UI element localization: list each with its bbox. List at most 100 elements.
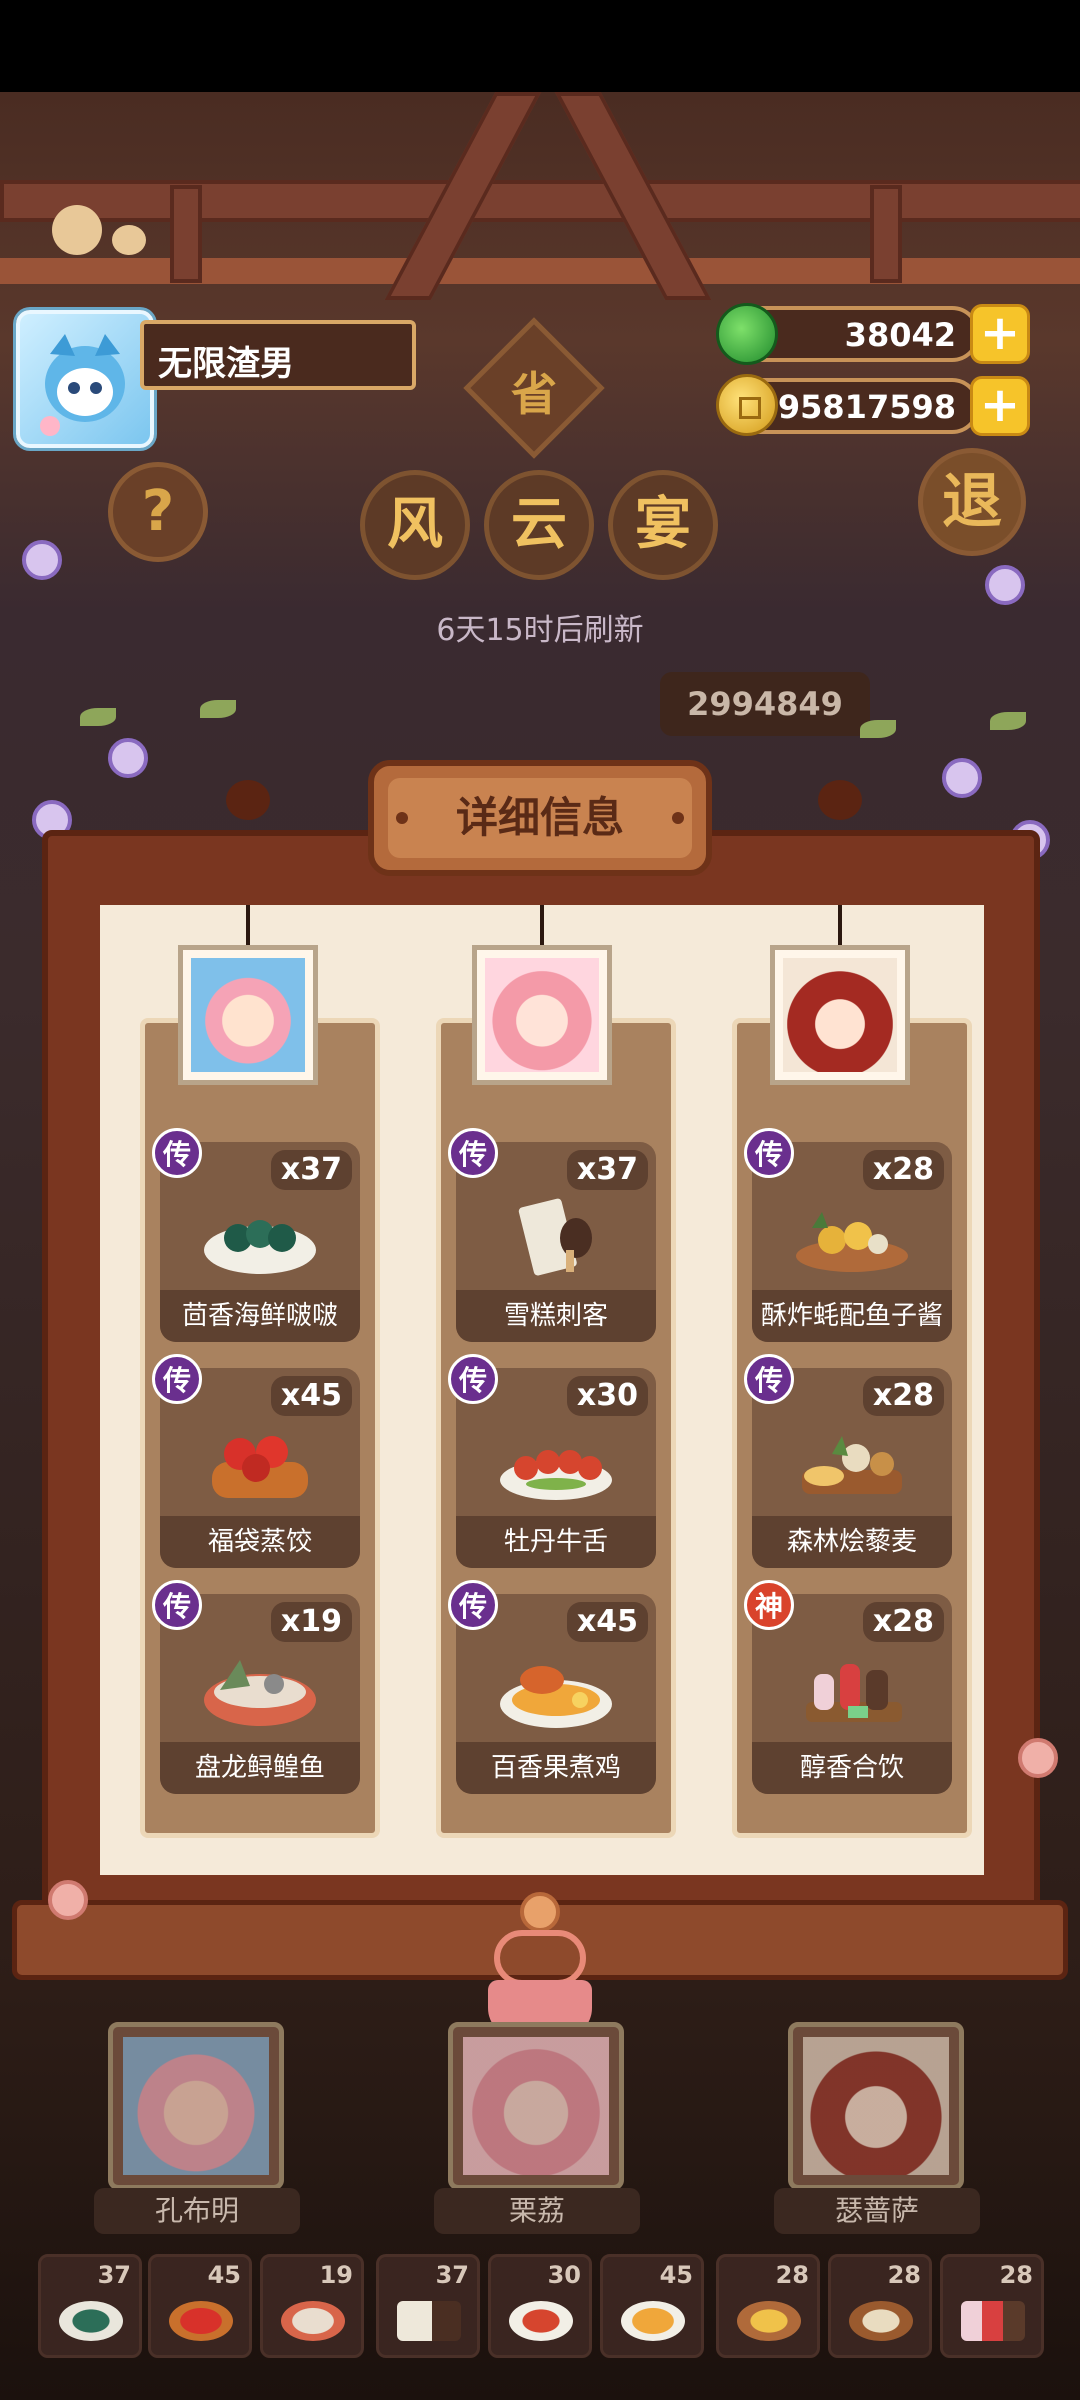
slot-count: 28 xyxy=(999,2261,1033,2289)
slot-count: 19 xyxy=(319,2261,353,2289)
chef-face-icon xyxy=(803,2037,949,2175)
dish-slot[interactable]: 45 xyxy=(148,2254,252,2358)
slot-count: 37 xyxy=(97,2261,131,2289)
dish-quantity: x28 xyxy=(862,1150,944,1190)
slot-dish-icon xyxy=(281,2301,345,2341)
slot-dish-icon xyxy=(397,2301,461,2341)
jade-icon xyxy=(716,303,778,365)
rarity-badge: 传 xyxy=(744,1354,794,1404)
slot-count: 28 xyxy=(775,2261,809,2289)
dish-slot[interactable]: 30 xyxy=(488,2254,592,2358)
roof-post xyxy=(870,185,902,283)
chef-portrait-3[interactable] xyxy=(770,945,910,1085)
detail-title-plate: 详细信息 xyxy=(368,760,712,876)
slot-dish-icon xyxy=(621,2301,685,2341)
event-title-char-1: 风 xyxy=(360,470,470,580)
coin-amount: 95817598 xyxy=(777,388,956,426)
dish-fish-icon xyxy=(204,1660,316,1726)
dish-name: 牡丹牛舌 xyxy=(456,1516,656,1568)
rope-knot-icon xyxy=(818,780,862,820)
chef-portrait-1[interactable] xyxy=(178,945,318,1085)
dish-drinks-icon xyxy=(806,1664,902,1722)
dish-dumpling-icon xyxy=(212,1436,308,1498)
refresh-countdown: 6天15时后刷新 xyxy=(436,613,644,648)
dish-oyster-icon xyxy=(796,1212,908,1272)
dish-slot[interactable]: 28 xyxy=(716,2254,820,2358)
leaf-icon xyxy=(860,720,896,738)
chef-name: 栗荔 xyxy=(434,2188,640,2234)
dish-slot[interactable]: 19 xyxy=(260,2254,364,2358)
roof-beam xyxy=(0,180,1080,222)
rarity-badge: 传 xyxy=(448,1354,498,1404)
chef-portrait-2[interactable] xyxy=(472,945,612,1085)
dish-name: 百香果煮鸡 xyxy=(456,1742,656,1794)
player-avatar[interactable] xyxy=(16,310,154,448)
chef-card-1[interactable] xyxy=(108,2022,284,2190)
leaf-icon xyxy=(80,708,116,726)
event-title-char-3: 宴 xyxy=(608,470,718,580)
tassel-loop-icon xyxy=(494,1930,586,1986)
chef-card-2[interactable] xyxy=(448,2022,624,2190)
flower-icon xyxy=(985,565,1025,605)
jade-amount: 38042 xyxy=(844,316,956,354)
roof-post xyxy=(170,185,202,283)
slot-count: 28 xyxy=(887,2261,921,2289)
dish-beef-tongue-icon xyxy=(500,1450,612,1500)
slot-count: 30 xyxy=(547,2261,581,2289)
dish-quantity: x45 xyxy=(566,1602,648,1642)
status-bar xyxy=(0,0,1080,92)
flower-icon xyxy=(22,540,62,580)
slot-dish-icon xyxy=(509,2301,573,2341)
dish-bowl-icon xyxy=(204,1220,316,1274)
slot-dish-icon xyxy=(169,2301,233,2341)
tassel-knot-icon xyxy=(520,1892,560,1932)
rarity-badge: 传 xyxy=(448,1580,498,1630)
roof-beam-lower xyxy=(0,258,1080,284)
dish-slot[interactable]: 37 xyxy=(38,2254,142,2358)
dish-slot[interactable]: 45 xyxy=(600,2254,704,2358)
dish-icecream-icon xyxy=(518,1198,592,1276)
dish-name: 茴香海鲜啵啵 xyxy=(160,1290,360,1342)
dish-name: 盘龙鲟鳇鱼 xyxy=(160,1742,360,1794)
leaf-icon xyxy=(200,700,236,718)
add-jade-button[interactable]: + xyxy=(970,304,1030,364)
rarity-badge: 传 xyxy=(152,1580,202,1630)
score-display: 2994849 xyxy=(660,672,870,736)
chef-card-3[interactable] xyxy=(788,2022,964,2190)
add-coins-button[interactable]: + xyxy=(970,376,1030,436)
dish-slot[interactable]: 28 xyxy=(940,2254,1044,2358)
slot-dish-icon xyxy=(59,2301,123,2341)
slot-count: 45 xyxy=(659,2261,693,2289)
help-button[interactable]: ? xyxy=(108,462,208,562)
avatar-character-icon xyxy=(40,334,125,436)
chick-decoration-icon xyxy=(112,225,146,255)
dish-slot[interactable]: 28 xyxy=(828,2254,932,2358)
dish-slot[interactable]: 37 xyxy=(376,2254,480,2358)
chef-face-icon xyxy=(123,2037,269,2175)
player-name-plate: 无限渣男 xyxy=(140,320,416,390)
flower-icon xyxy=(1018,1738,1058,1778)
hanging-cord xyxy=(838,905,842,945)
flower-icon xyxy=(48,1880,88,1920)
exit-button[interactable]: 退 xyxy=(918,448,1026,556)
player-name: 无限渣男 xyxy=(158,344,294,384)
dish-quantity: x45 xyxy=(270,1376,352,1416)
rarity-badge: 传 xyxy=(448,1128,498,1178)
flower-icon xyxy=(108,738,148,778)
coin-icon xyxy=(716,374,778,436)
slot-count: 45 xyxy=(207,2261,241,2289)
leaf-icon xyxy=(990,712,1026,730)
dish-name: 雪糕刺客 xyxy=(456,1290,656,1342)
hanging-cord xyxy=(540,905,544,945)
dish-quantity: x28 xyxy=(862,1376,944,1416)
chef-name: 瑟蔷萨 xyxy=(774,2188,980,2234)
dish-name: 福袋蒸饺 xyxy=(160,1516,360,1568)
chef-name: 孔布明 xyxy=(94,2188,300,2234)
slot-dish-icon xyxy=(737,2301,801,2341)
dish-quantity: x37 xyxy=(270,1150,352,1190)
chef-face-icon xyxy=(463,2037,609,2175)
chef-face-icon xyxy=(485,958,599,1072)
dish-name: 酥炸蚝配鱼子酱 xyxy=(752,1290,952,1342)
slot-count: 37 xyxy=(435,2261,469,2289)
flower-icon xyxy=(942,758,982,798)
